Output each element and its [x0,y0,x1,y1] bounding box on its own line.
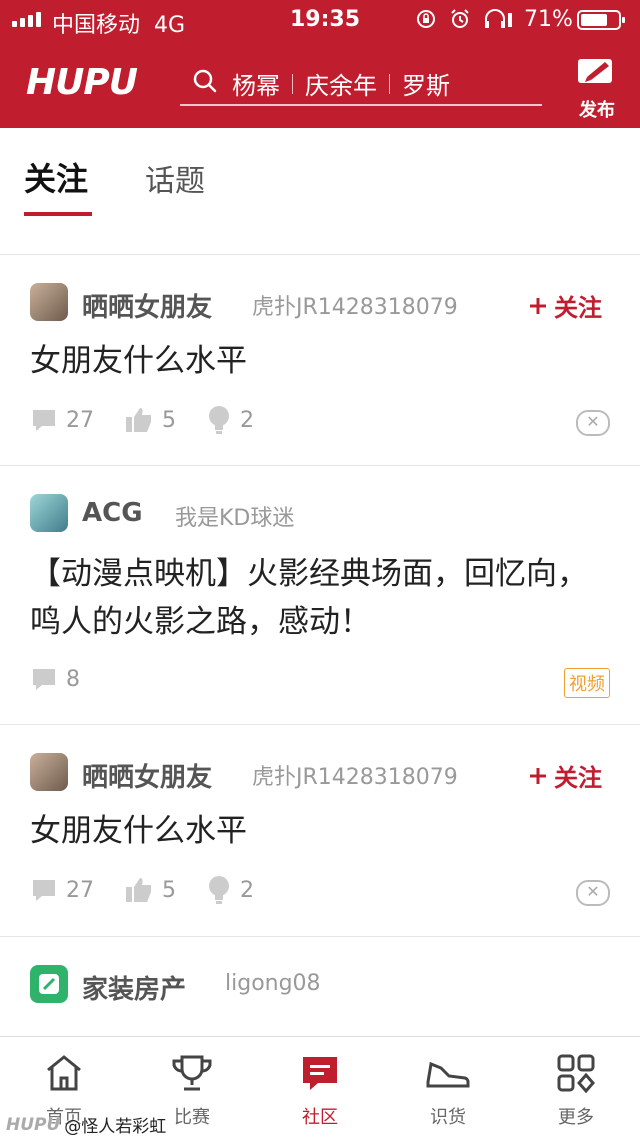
light-count: 2 [206,875,254,905]
post-card[interactable]: 家装房产 ligong08 [0,937,640,1036]
home-icon [47,1055,81,1091]
follow-button[interactable]: 关注 [528,758,602,793]
plus-icon [530,297,546,314]
light-count: 2 [206,405,254,435]
post-card[interactable]: ACG 我是KD球迷 【动漫点映机】火影经典场面，回忆向，鸣人的火影之路，感动！… [0,466,640,725]
hupu-logo[interactable]: HUPU [26,62,138,103]
headphones-icon [485,9,512,28]
partial-card [0,216,640,255]
search-bar[interactable]: 杨幂 庆余年 罗斯 [180,60,542,106]
top-nav: HUPU 杨幂 庆余年 罗斯 发布 [0,40,640,128]
battery-icon [577,10,625,30]
comment-count: 27 [30,877,94,903]
board-name[interactable]: ACG [82,498,143,528]
clock: 19:35 [290,7,361,32]
search-icon [193,69,217,93]
alarm-icon [451,9,469,28]
tab-following[interactable]: 关注 [24,154,88,200]
author-name[interactable]: 虎扑JR1428318079 [252,759,458,791]
publish-button[interactable]: 发布 [572,56,622,122]
grid-icon [557,1054,595,1093]
divider [389,73,390,94]
rotation-lock-icon [417,10,435,28]
avatar[interactable] [30,494,68,532]
bulb-icon [209,406,229,434]
search-hint: 杨幂 [232,72,280,100]
follow-label: 关注 [554,294,602,322]
author-name[interactable]: 我是KD球迷 [175,500,294,532]
post-title[interactable]: 女朋友什么水平 [30,337,610,385]
post-card[interactable]: 晒晒女朋友 虎扑JR1428318079 关注 女朋友什么水平 27 5 2 ✕ [0,725,640,937]
comment-count: 27 [30,407,94,433]
follow-label: 关注 [554,764,602,792]
watermark-logo: HUPU [6,1114,61,1135]
board-name[interactable]: 晒晒女朋友 [82,757,212,794]
nav-shihuo[interactable]: 识货 [408,1051,488,1129]
bulb-icon [209,876,229,904]
avatar[interactable] [30,283,68,321]
board-name[interactable]: 家装房产 [82,969,186,1006]
board-icon[interactable] [30,965,68,1003]
comment-icon [33,669,55,690]
follow-button[interactable]: 关注 [528,288,602,323]
tab-bar: 关注 话题 [0,128,640,217]
search-hint: 罗斯 [402,72,450,100]
author-name[interactable]: 虎扑JR1428318079 [252,289,458,321]
watermark-text: @怪人若彩虹 [64,1117,167,1137]
board-name[interactable]: 晒晒女朋友 [82,287,212,324]
signal-icon [12,12,41,27]
like-count: 5 [124,876,176,904]
watermark: HUPU @怪人若彩虹 [6,1112,166,1137]
house-icon [39,974,59,994]
dismiss-button[interactable]: ✕ [576,410,610,436]
post-card[interactable]: 晒晒女朋友 虎扑JR1428318079 关注 女朋友什么水平 27 5 2 ✕ [0,255,640,466]
post-title[interactable]: 女朋友什么水平 [30,807,610,855]
thumbs-up-icon [126,408,151,432]
like-count: 5 [124,406,176,434]
author-name[interactable]: ligong08 [225,971,321,996]
comment-icon [33,880,55,901]
nav-more[interactable]: 更多 [536,1051,616,1129]
status-bar: 中国移动 4G 19:35 71% [0,0,640,40]
search-hint: 庆余年 [305,72,377,100]
comment-count: 8 [30,666,80,692]
tab-topics[interactable]: 话题 [145,156,205,200]
trophy-icon [172,1055,212,1091]
plus-icon [530,767,546,784]
publish-label: 发布 [579,100,615,121]
divider [292,73,293,94]
carrier: 中国移动 4G [52,13,186,38]
post-feed[interactable]: 晒晒女朋友 虎扑JR1428318079 关注 女朋友什么水平 27 5 2 ✕… [0,216,640,1036]
video-badge: 视频 [564,668,610,698]
battery-percent: 71% [524,7,573,32]
thumbs-up-icon [126,878,151,902]
nav-community[interactable]: 社区 [280,1051,360,1129]
community-icon [303,1057,337,1090]
comment-icon [33,410,55,431]
sneaker-icon [426,1061,470,1088]
compose-icon [578,59,612,83]
avatar[interactable] [30,753,68,791]
post-title[interactable]: 【动漫点映机】火影经典场面，回忆向，鸣人的火影之路，感动！ [30,550,610,646]
dismiss-button[interactable]: ✕ [576,880,610,906]
